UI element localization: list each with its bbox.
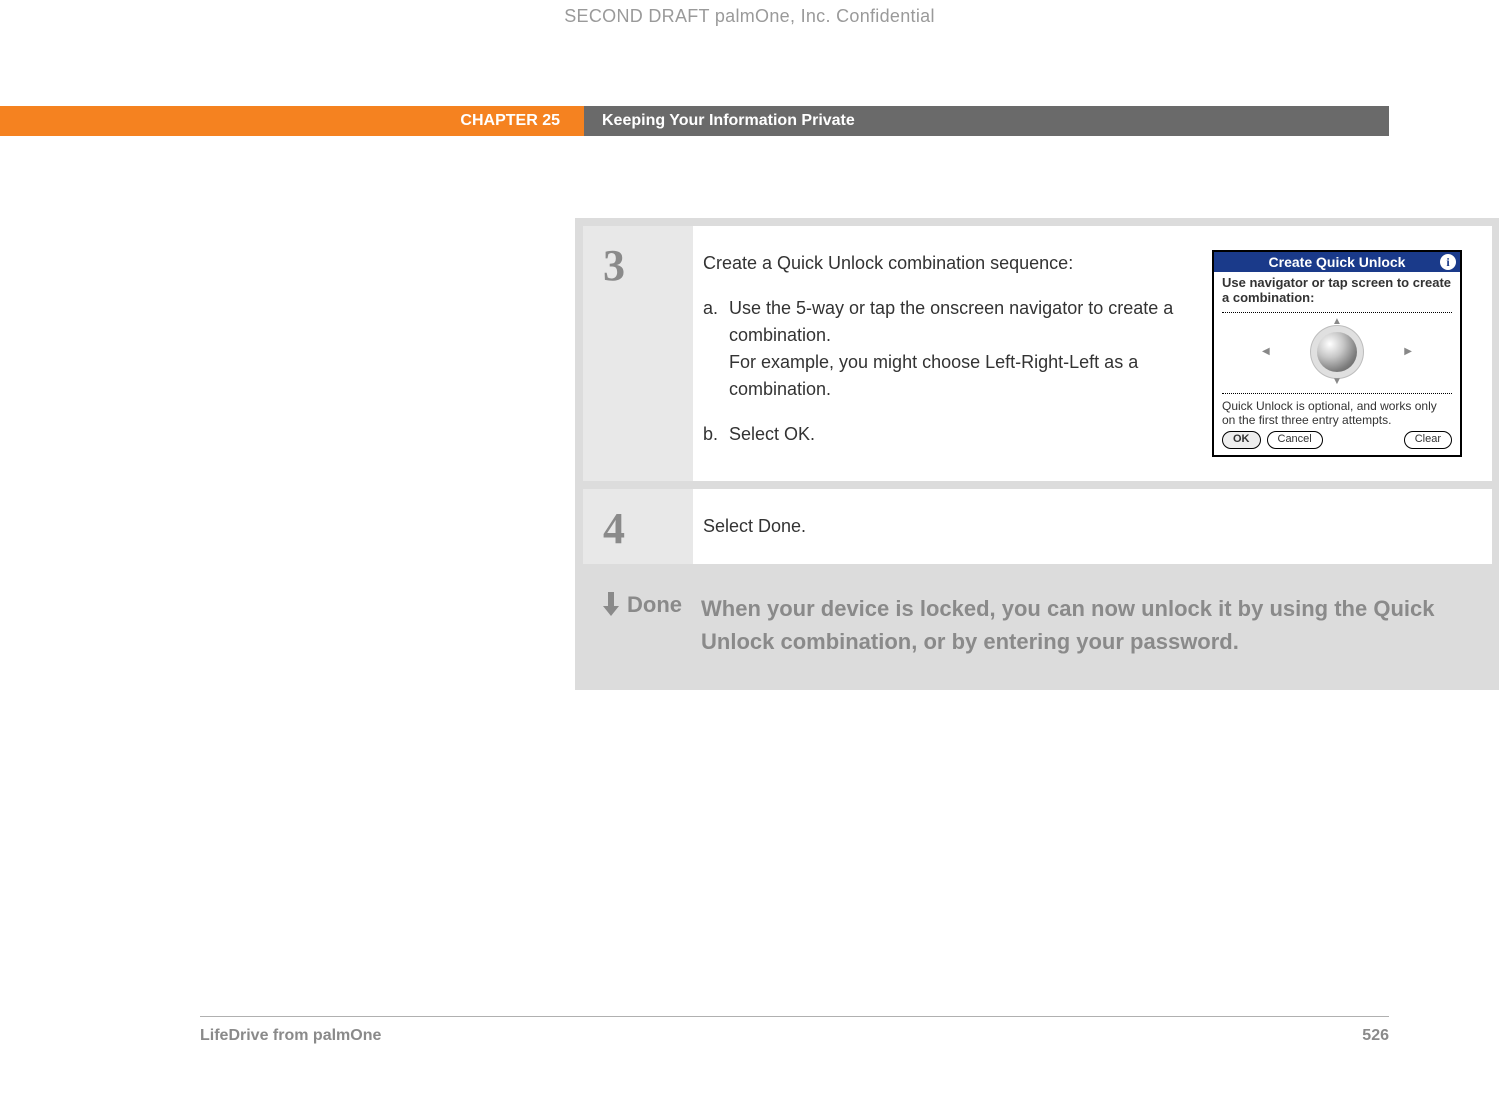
nav-up-icon[interactable]: ▲ [1332, 317, 1342, 327]
step-4-text: Select Done. [703, 513, 806, 540]
cancel-button[interactable]: Cancel [1267, 431, 1323, 449]
done-label: Done [627, 592, 682, 618]
substep-b-marker: b. [703, 421, 718, 448]
substep-b-text: Select OK. [729, 424, 815, 444]
clear-button[interactable]: Clear [1404, 431, 1452, 449]
section-title: Keeping Your Information Private [584, 106, 1389, 136]
nav-left-icon[interactable]: ◀ [1262, 347, 1270, 357]
ok-button[interactable]: OK [1222, 431, 1261, 449]
steps-panel: 3 Create a Quick Unlock combination sequ… [575, 218, 1499, 690]
chapter-header: CHAPTER 25 Keeping Your Information Priv… [0, 106, 1389, 136]
page-number: 526 [1362, 1027, 1389, 1045]
five-way-navigator[interactable]: ▲ ▼ ◀ ▶ [1222, 317, 1452, 387]
nav-down-icon[interactable]: ▼ [1332, 377, 1342, 387]
down-arrow-icon [601, 592, 621, 616]
chapter-label: CHAPTER 25 [0, 106, 584, 136]
page-footer: LifeDrive from palmOne 526 [200, 1016, 1389, 1045]
nav-center-button[interactable] [1317, 332, 1357, 372]
done-block: Done When your device is locked, you can… [583, 572, 1492, 682]
step-3-intro: Create a Quick Unlock combination sequen… [703, 250, 1188, 277]
palm-note: Quick Unlock is optional, and works only… [1222, 400, 1452, 428]
step-number: 4 [583, 489, 693, 564]
footer-product: LifeDrive from palmOne [200, 1027, 381, 1045]
info-icon[interactable]: i [1440, 254, 1456, 270]
nav-right-icon[interactable]: ▶ [1404, 347, 1412, 357]
palm-instruction: Use navigator or tap screen to create a … [1222, 276, 1452, 306]
confidential-watermark: SECOND DRAFT palmOne, Inc. Confidential [0, 6, 1499, 27]
step-4: 4 Select Done. [583, 489, 1492, 564]
palm-dialog-title: Create Quick Unlock [1269, 254, 1406, 270]
palm-screenshot: Create Quick Unlock i Use navigator or t… [1212, 250, 1462, 457]
step-number: 3 [583, 226, 693, 481]
substep-a-line1: Use the 5-way or tap the onscreen naviga… [729, 298, 1173, 345]
substep-a-line2: For example, you might choose Left-Right… [729, 352, 1138, 399]
substep-a-marker: a. [703, 295, 718, 322]
done-text: When your device is locked, you can now … [701, 592, 1462, 658]
step-3: 3 Create a Quick Unlock combination sequ… [583, 226, 1492, 481]
